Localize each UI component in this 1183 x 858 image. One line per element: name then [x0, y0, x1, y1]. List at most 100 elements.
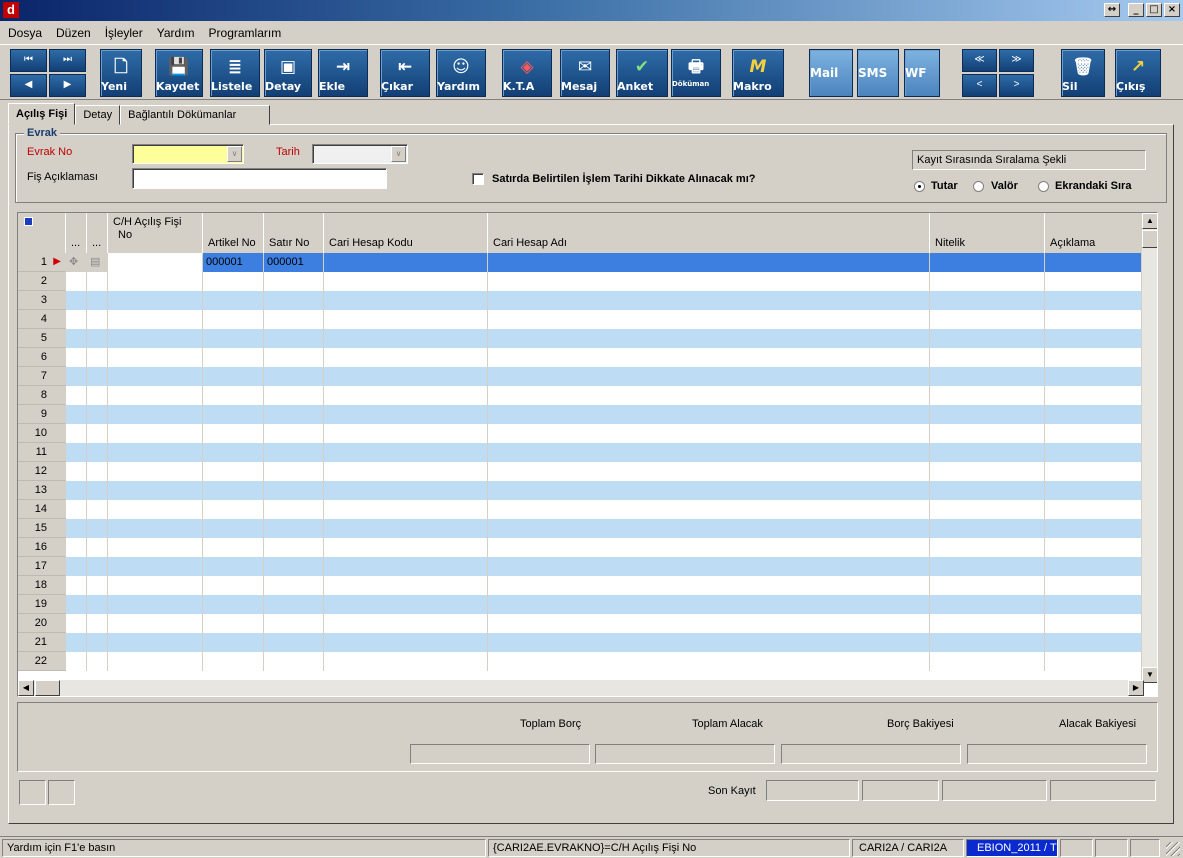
col-header-cari-hesap-kodu[interactable]: Cari Hesap Kodu — [324, 213, 488, 253]
cell-ch-acilis-fisi-no[interactable] — [108, 424, 203, 443]
grid-corner[interactable] — [18, 213, 66, 253]
cell-satir-no[interactable] — [264, 386, 324, 405]
row-move-handle[interactable] — [66, 557, 87, 576]
cell-cari-hesap-adi[interactable] — [488, 595, 930, 614]
cell-artikel-no[interactable] — [203, 424, 264, 443]
scroll-up-icon[interactable]: ▲ — [1142, 213, 1157, 229]
row-note-cell[interactable] — [87, 367, 108, 386]
islem-tarihi-checkbox[interactable] — [472, 173, 484, 185]
cell-cari-hesap-adi[interactable] — [488, 500, 930, 519]
resize-grip-icon[interactable] — [1166, 842, 1180, 856]
cell-satir-no[interactable] — [264, 557, 324, 576]
row-move-handle[interactable] — [66, 538, 87, 557]
dokuman-button[interactable]: 🖶 Döküman — [671, 49, 721, 97]
row-move-handle[interactable]: ✥ — [66, 253, 87, 272]
col-header-dots-2[interactable]: ... — [87, 213, 108, 253]
cell-artikel-no[interactable] — [203, 595, 264, 614]
cell-cari-hesap-adi[interactable] — [488, 424, 930, 443]
cell-aciklama[interactable] — [1045, 652, 1144, 671]
row-note-cell[interactable] — [87, 519, 108, 538]
cell-ch-acilis-fisi-no[interactable] — [108, 595, 203, 614]
tab-detay[interactable]: Detay — [75, 105, 121, 125]
cell-satir-no[interactable] — [264, 367, 324, 386]
cell-artikel-no[interactable] — [203, 405, 264, 424]
cell-cari-hesap-kodu[interactable] — [324, 329, 488, 348]
vertical-scroll-thumb[interactable] — [1142, 230, 1157, 248]
cell-aciklama[interactable] — [1045, 329, 1144, 348]
cell-nitelik[interactable] — [930, 652, 1045, 671]
cell-nitelik[interactable] — [930, 481, 1045, 500]
table-row[interactable]: 15 — [18, 519, 1144, 538]
cell-cari-hesap-adi[interactable] — [488, 272, 930, 291]
cikar-button[interactable]: ⇤ Çıkar — [380, 49, 430, 97]
row-move-handle[interactable] — [66, 462, 87, 481]
cell-aciklama[interactable] — [1045, 291, 1144, 310]
row-move-handle[interactable] — [66, 633, 87, 652]
cell-cari-hesap-adi[interactable] — [488, 310, 930, 329]
cell-nitelik[interactable] — [930, 386, 1045, 405]
row-move-handle[interactable] — [66, 310, 87, 329]
cell-nitelik[interactable] — [930, 614, 1045, 633]
cell-cari-hesap-kodu[interactable] — [324, 424, 488, 443]
cell-cari-hesap-adi[interactable] — [488, 329, 930, 348]
cell-artikel-no[interactable] — [203, 576, 264, 595]
cell-aciklama[interactable] — [1045, 557, 1144, 576]
cell-ch-acilis-fisi-no[interactable] — [108, 367, 203, 386]
row-move-handle[interactable] — [66, 386, 87, 405]
cell-aciklama[interactable] — [1045, 386, 1144, 405]
app-icon[interactable]: d — [3, 2, 19, 18]
cell-nitelik[interactable] — [930, 424, 1045, 443]
table-row[interactable]: 21 — [18, 633, 1144, 652]
table-row[interactable]: 13 — [18, 481, 1144, 500]
last-record-button[interactable]: ⏭ — [49, 49, 86, 72]
cell-aciklama[interactable] — [1045, 538, 1144, 557]
table-row[interactable]: 11 — [18, 443, 1144, 462]
sil-button[interactable]: 🗑 Sil — [1061, 49, 1105, 97]
col-header-artikel-no[interactable]: Artikel No — [203, 213, 264, 253]
table-row[interactable]: 4 — [18, 310, 1144, 329]
anket-button[interactable]: ✔ Anket — [616, 49, 668, 97]
cell-satir-no[interactable] — [264, 310, 324, 329]
listele-button[interactable]: ≣ Listele — [210, 49, 260, 97]
cell-cari-hesap-adi[interactable] — [488, 576, 930, 595]
cell-artikel-no[interactable] — [203, 633, 264, 652]
cell-aciklama[interactable] — [1045, 462, 1144, 481]
cell-cari-hesap-adi[interactable] — [488, 519, 930, 538]
table-row[interactable]: 17 — [18, 557, 1144, 576]
menu-islemler[interactable]: İşleyler — [103, 25, 145, 41]
cell-nitelik[interactable] — [930, 519, 1045, 538]
cell-aciklama[interactable] — [1045, 633, 1144, 652]
cell-satir-no[interactable] — [264, 595, 324, 614]
row-move-handle[interactable] — [66, 348, 87, 367]
cell-cari-hesap-kodu[interactable] — [324, 272, 488, 291]
cell-satir-no[interactable] — [264, 576, 324, 595]
nav-right-button[interactable]: > — [999, 74, 1034, 97]
cell-cari-hesap-kodu[interactable] — [324, 576, 488, 595]
makro-button[interactable]: M Makro — [732, 49, 784, 97]
row-move-handle[interactable] — [66, 576, 87, 595]
cell-nitelik[interactable] — [930, 253, 1045, 272]
wf-button[interactable]: WF — [904, 49, 940, 97]
cell-cari-hesap-kodu[interactable] — [324, 405, 488, 424]
cell-satir-no[interactable] — [264, 481, 324, 500]
cell-satir-no[interactable] — [264, 633, 324, 652]
cell-cari-hesap-adi[interactable] — [488, 291, 930, 310]
table-row[interactable]: 22 — [18, 652, 1144, 671]
close-button[interactable]: × — [1164, 3, 1180, 17]
cell-artikel-no[interactable] — [203, 386, 264, 405]
cell-aciklama[interactable] — [1045, 310, 1144, 329]
table-row[interactable]: 6 — [18, 348, 1144, 367]
cell-aciklama[interactable] — [1045, 595, 1144, 614]
cell-aciklama[interactable] — [1045, 348, 1144, 367]
prev-record-button[interactable]: ◀ — [10, 74, 47, 97]
cell-artikel-no[interactable] — [203, 291, 264, 310]
row-move-handle[interactable] — [66, 481, 87, 500]
table-row[interactable]: 2 — [18, 272, 1144, 291]
cell-aciklama[interactable] — [1045, 576, 1144, 595]
sms-button[interactable]: SMS — [857, 49, 899, 97]
fis-aciklamasi-input[interactable] — [132, 168, 387, 189]
cell-cari-hesap-kodu[interactable] — [324, 652, 488, 671]
cell-aciklama[interactable] — [1045, 253, 1144, 272]
cell-cari-hesap-adi[interactable] — [488, 386, 930, 405]
cell-cari-hesap-kodu[interactable] — [324, 633, 488, 652]
